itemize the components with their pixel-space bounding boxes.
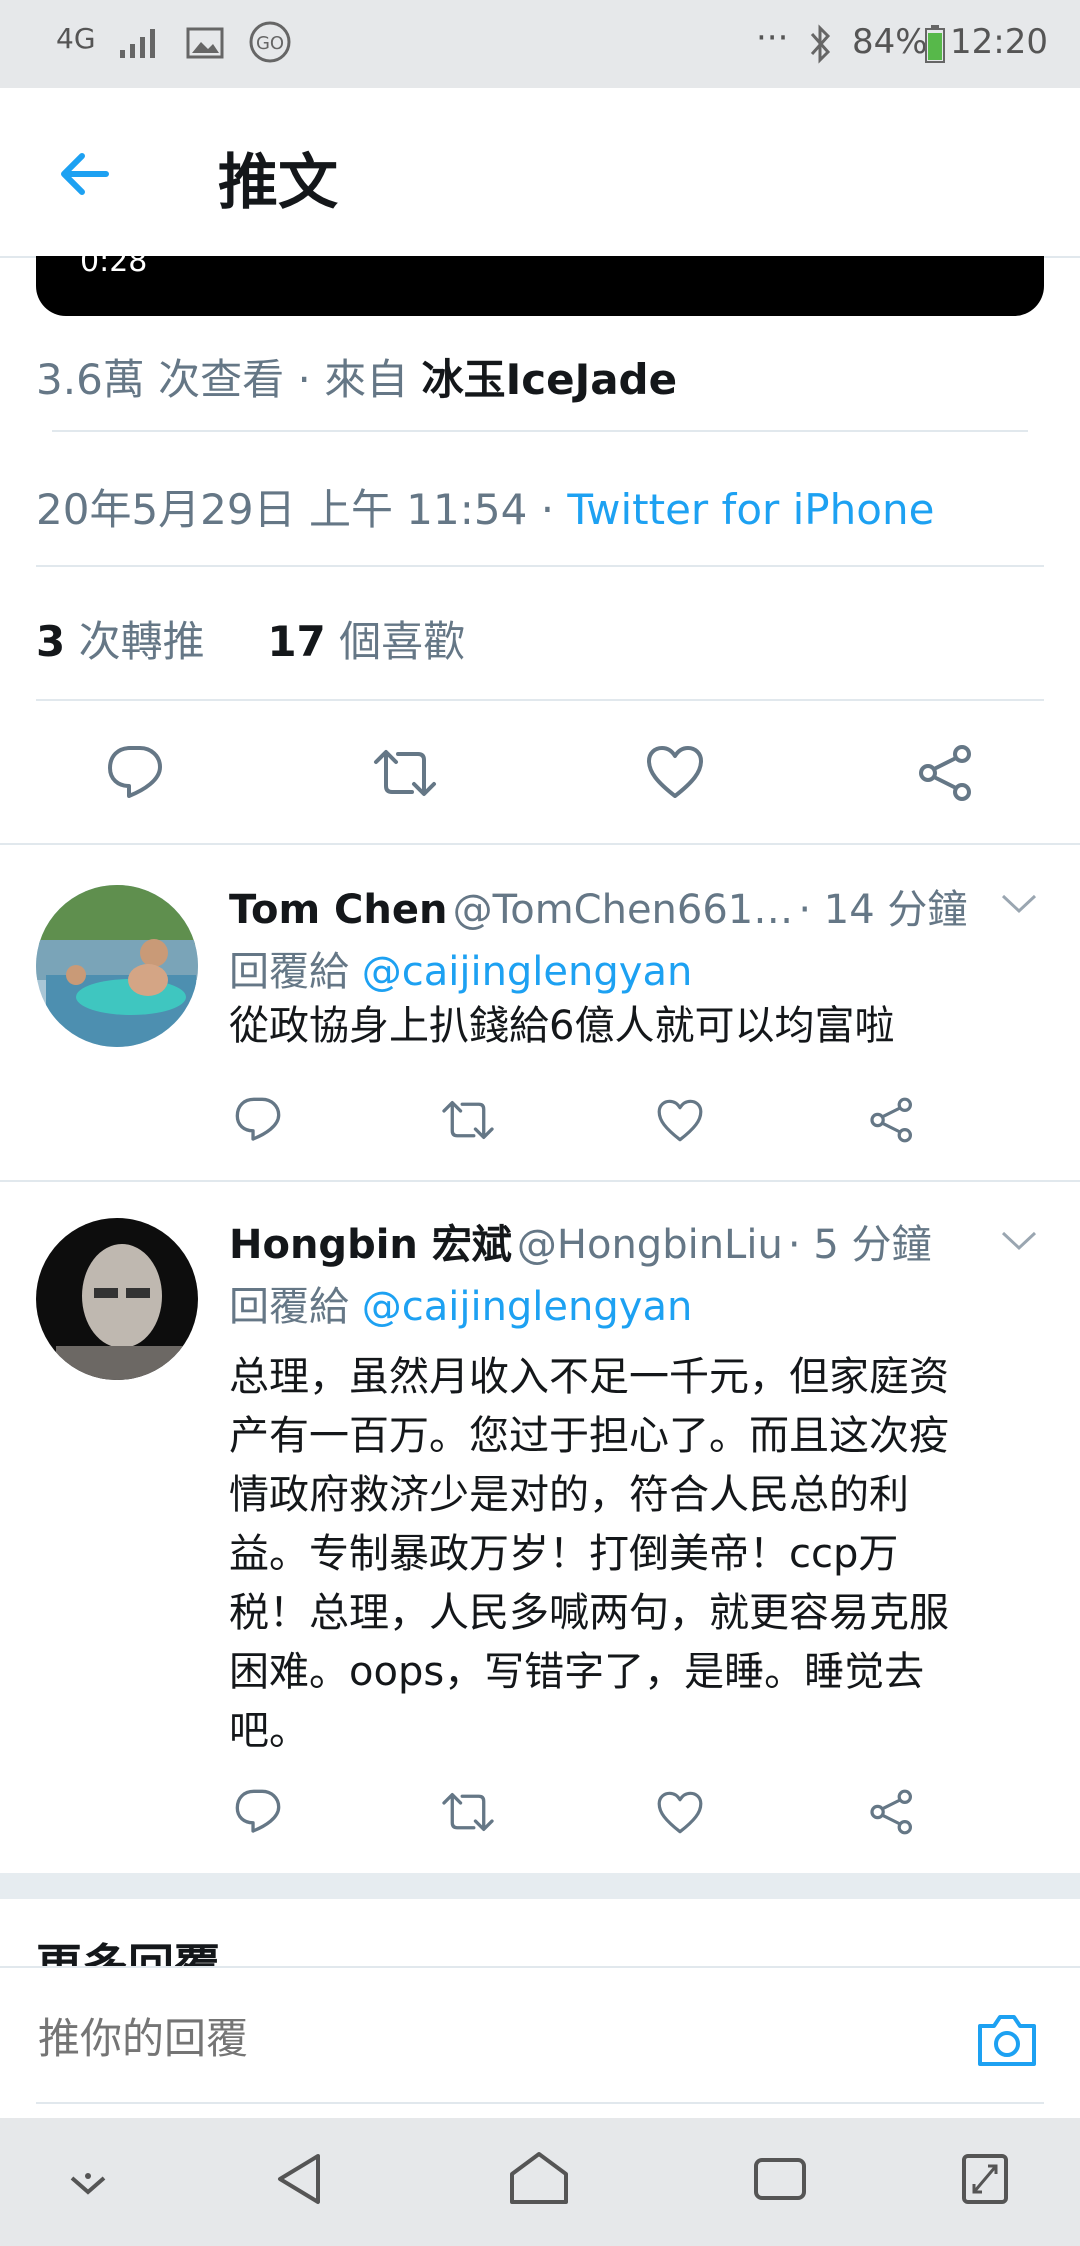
divider bbox=[36, 2102, 1044, 2104]
reply-tweet[interactable]: Tom Chen @TomChen661… · 14 分鐘 回覆給 @caiji… bbox=[0, 845, 1080, 1179]
user-handle[interactable]: @HongbinLiu bbox=[517, 1222, 783, 1268]
reply-text: 從政協身上扒錢給6億人就可以均富啦 bbox=[229, 1003, 895, 1049]
chevron-down-icon[interactable] bbox=[1000, 1229, 1038, 1253]
like-count: 17 bbox=[267, 617, 326, 666]
fullscreen-icon[interactable] bbox=[960, 2152, 1010, 2206]
retweet-stat[interactable]: 3 次轉推 bbox=[36, 617, 205, 666]
avatar[interactable] bbox=[36, 885, 198, 1047]
display-name[interactable]: Tom Chen bbox=[229, 887, 448, 933]
tweet-date: 20年5月29日 上午 11:54 · bbox=[36, 485, 555, 534]
video-duration: 0:28 bbox=[80, 244, 148, 279]
view-source-link[interactable]: 冰玉IceJade bbox=[422, 355, 678, 404]
share-icon[interactable] bbox=[868, 1096, 916, 1144]
compose-reply-bar bbox=[0, 1966, 1080, 2120]
engagement-stats: 3 次轉推 17 個喜歡 bbox=[36, 608, 465, 669]
reply-header: Hongbin 宏斌 @HongbinLiu · 5 分鐘 bbox=[229, 1212, 932, 1270]
section-separator bbox=[0, 1873, 1080, 1899]
recent-apps-icon[interactable] bbox=[752, 2156, 808, 2202]
page-title: 推文 bbox=[218, 148, 338, 218]
reply-text-line: 吧。 bbox=[229, 1708, 309, 1754]
divider bbox=[52, 430, 1028, 432]
divider bbox=[36, 699, 1044, 701]
view-count-line: 3.6萬 次查看 · 來自 冰玉IceJade bbox=[36, 346, 677, 407]
reply-input[interactable] bbox=[36, 2002, 940, 2074]
reply-icon[interactable] bbox=[234, 1788, 282, 1836]
battery-percent: 84% bbox=[852, 22, 928, 62]
status-bar: 4G GO ··· 84% 12:20 bbox=[0, 0, 1080, 88]
reply-icon[interactable] bbox=[106, 744, 164, 802]
back-nav-icon[interactable] bbox=[274, 2152, 326, 2206]
divider bbox=[36, 565, 1044, 567]
reply-text: 总理，虽然月收入不足一千元，但家庭资 产有一百万。您过于担心了。而且这次疫 情政… bbox=[229, 1348, 1049, 1761]
more-status-dots: ··· bbox=[756, 18, 789, 58]
reply-text-line: 总理，虽然月收入不足一千元，但家庭资 bbox=[229, 1354, 949, 1400]
user-handle[interactable]: @TomChen661… bbox=[453, 887, 794, 933]
retweet-icon[interactable] bbox=[372, 744, 438, 802]
reply-text-line: 产有一百万。您过于担心了。而且这次疫 bbox=[229, 1413, 949, 1459]
like-heart-icon[interactable] bbox=[656, 1790, 704, 1835]
retweet-count: 3 bbox=[36, 617, 66, 666]
reply-tweet[interactable]: Hongbin 宏斌 @HongbinLiu · 5 分鐘 回覆給 @caiji… bbox=[0, 1182, 1080, 1872]
app-header: 推文 bbox=[0, 88, 1080, 258]
retweet-label: 次轉推 bbox=[78, 617, 205, 666]
reply-to-label: 回覆給 bbox=[229, 949, 349, 995]
reply-to-label: 回覆給 bbox=[229, 1284, 349, 1330]
like-stat[interactable]: 17 個喜歡 bbox=[267, 617, 465, 666]
back-arrow-icon[interactable] bbox=[56, 144, 116, 204]
bluetooth-icon bbox=[806, 24, 834, 64]
reply-time: · 5 分鐘 bbox=[787, 1222, 932, 1268]
avatar[interactable] bbox=[36, 1218, 198, 1380]
battery-icon bbox=[924, 24, 946, 64]
camera-icon[interactable] bbox=[974, 2012, 1040, 2070]
chevron-down-icon[interactable] bbox=[1000, 892, 1038, 916]
view-count: 3.6萬 次查看 · 來自 bbox=[36, 355, 409, 404]
like-label: 個喜歡 bbox=[339, 617, 466, 666]
home-nav-icon[interactable] bbox=[508, 2150, 570, 2206]
share-icon[interactable] bbox=[916, 744, 976, 802]
clock: 12:20 bbox=[950, 22, 1048, 62]
signal-icon bbox=[118, 26, 162, 60]
reply-text-line: 税！总理，人民多喊两句，就更容易克服 bbox=[229, 1590, 949, 1636]
reply-time: · 14 分鐘 bbox=[798, 887, 968, 933]
tweet-client-link[interactable]: Twitter for iPhone bbox=[567, 485, 934, 534]
system-nav-bar bbox=[0, 2118, 1080, 2246]
hide-keyboard-icon[interactable] bbox=[66, 2170, 110, 2200]
reply-to-mention[interactable]: @caijinglengyan bbox=[362, 1284, 693, 1330]
reply-text-line: 益。专制暴政万岁！打倒美帝！ccp万 bbox=[229, 1531, 899, 1577]
like-heart-icon[interactable] bbox=[656, 1098, 704, 1143]
image-icon bbox=[186, 26, 224, 60]
retweet-icon[interactable] bbox=[440, 1096, 496, 1144]
reply-text-line: 情政府救济少是对的，符合人民总的利 bbox=[229, 1472, 909, 1518]
reply-header: Tom Chen @TomChen661… · 14 分鐘 bbox=[229, 877, 967, 935]
tweet-timestamp-line: 20年5月29日 上午 11:54 · Twitter for iPhone bbox=[36, 476, 934, 537]
reply-to-line: 回覆給 @caijinglengyan bbox=[229, 1274, 692, 1332]
network-type: 4G bbox=[56, 22, 96, 55]
share-icon[interactable] bbox=[868, 1788, 916, 1836]
like-heart-icon[interactable] bbox=[645, 744, 705, 800]
reply-to-line: 回覆給 @caijinglengyan bbox=[229, 939, 692, 997]
svg-text:GO: GO bbox=[256, 33, 284, 54]
reply-text-line: 困难。oops，写错字了，是睡。睡觉去 bbox=[229, 1649, 925, 1695]
go-icon: GO bbox=[248, 20, 292, 64]
reply-to-mention[interactable]: @caijinglengyan bbox=[362, 949, 693, 995]
display-name[interactable]: Hongbin 宏斌 bbox=[229, 1222, 512, 1268]
video-player[interactable]: 0:28 bbox=[36, 244, 1044, 316]
reply-icon[interactable] bbox=[234, 1096, 282, 1144]
retweet-icon[interactable] bbox=[440, 1788, 496, 1836]
